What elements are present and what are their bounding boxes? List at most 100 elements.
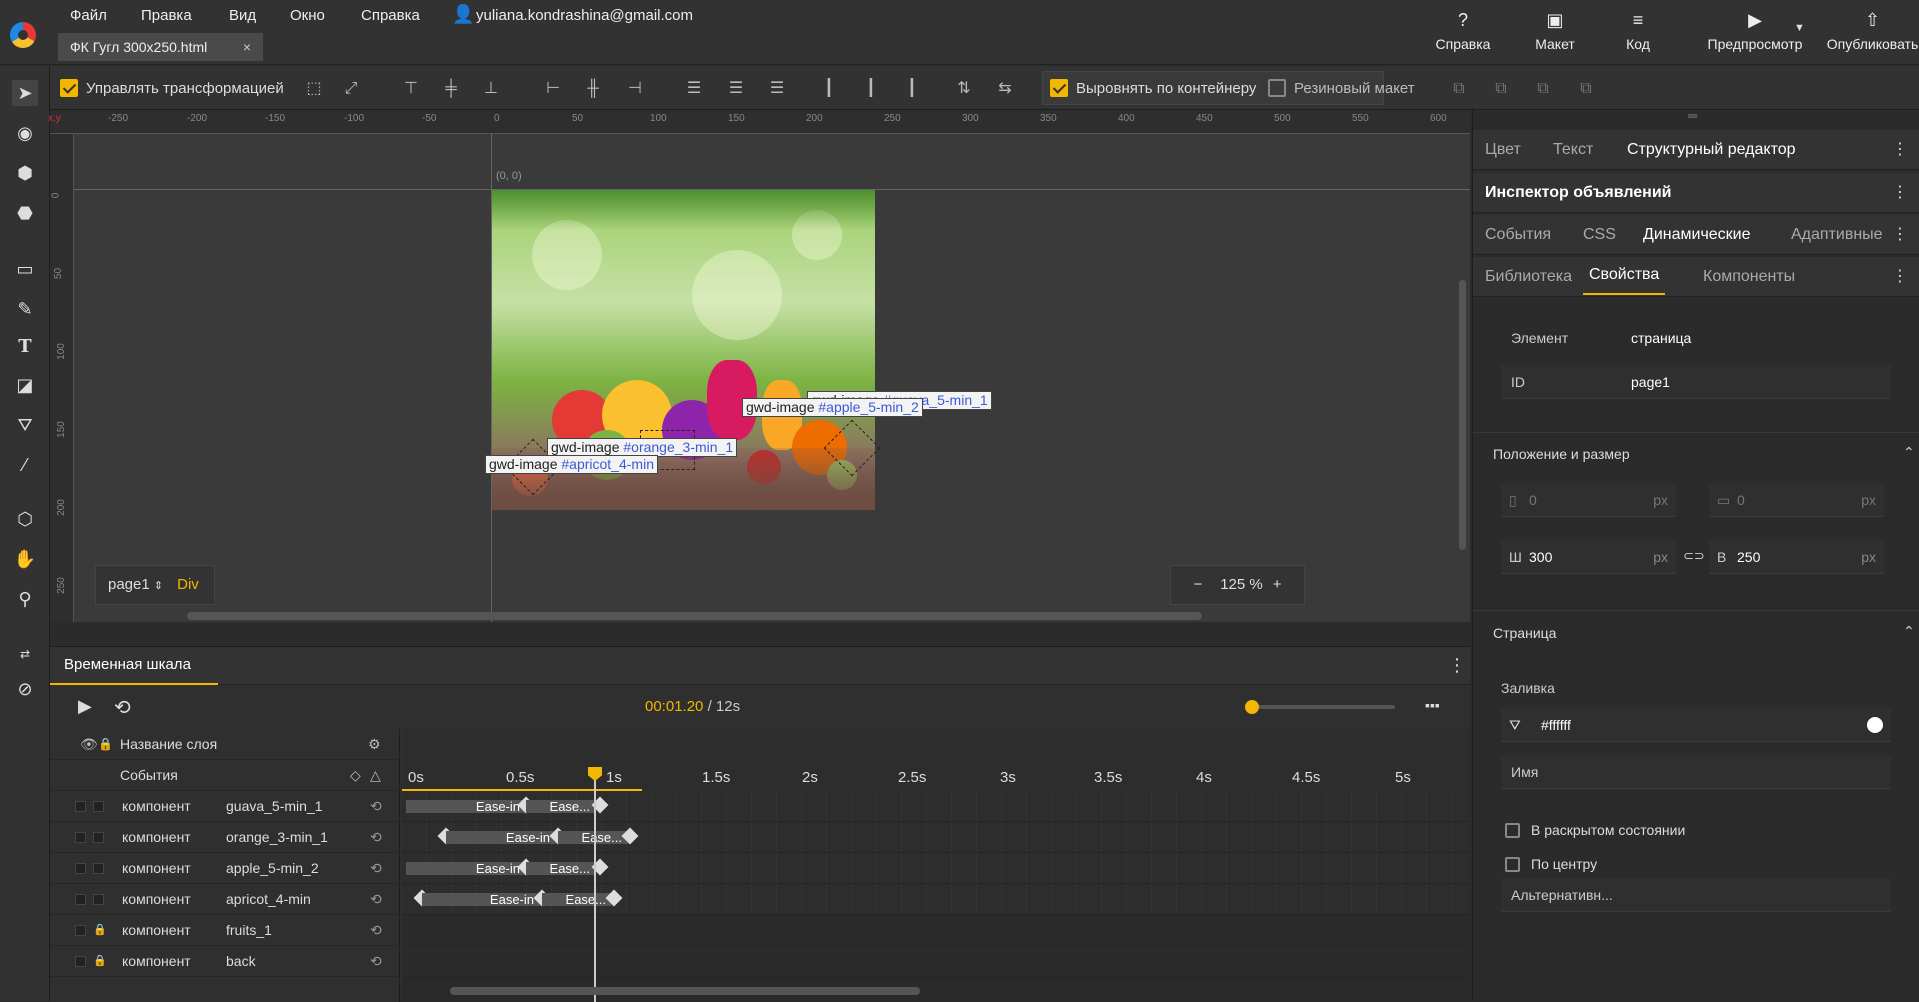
rotate-3d-tool-icon[interactable]: ◉: [12, 120, 38, 146]
menu-edit[interactable]: Правка: [141, 7, 192, 24]
close-tab-icon[interactable]: ×: [243, 33, 251, 61]
lock-icon[interactable]: 🔒: [98, 729, 113, 759]
link-dimensions-icon[interactable]: ⊂⊃: [1683, 548, 1705, 564]
align-hcenter-icon[interactable]: ╫: [582, 78, 604, 100]
timeline-scrollbar[interactable]: [450, 987, 920, 995]
track[interactable]: Ease-in Ease...: [402, 822, 1470, 853]
fill-value[interactable]: #ffffff: [1541, 708, 1571, 742]
select-tool-icon[interactable]: ➤: [12, 80, 38, 106]
loop-icon[interactable]: ⟲: [114, 695, 131, 720]
height-field[interactable]: В 250 px: [1709, 540, 1884, 574]
zoom-level[interactable]: 125 %: [1220, 576, 1263, 593]
code-button[interactable]: ≡ Код: [1600, 10, 1676, 52]
3d-view-tool-icon[interactable]: ⬡: [12, 506, 38, 532]
tab-responsive[interactable]: Адаптивные: [1791, 215, 1883, 255]
lock-toggle[interactable]: [93, 894, 104, 905]
chevron-up-icon[interactable]: ⌃: [1903, 444, 1915, 461]
zoom-tool-icon[interactable]: ⚲: [12, 586, 38, 612]
distribute-vcenter-icon[interactable]: ☰: [725, 78, 747, 100]
menu-window[interactable]: Окно: [290, 7, 325, 24]
layer-row[interactable]: компонент apple_5-min_2 ⟲: [50, 853, 400, 884]
space-horizontal-icon[interactable]: ⇆: [994, 78, 1016, 100]
visibility-toggle[interactable]: [75, 956, 86, 967]
zoom-out-button[interactable]: −: [1193, 576, 1202, 593]
rubber-layout-checkbox[interactable]: [1268, 79, 1286, 97]
more-icon[interactable]: ⋮: [1892, 173, 1908, 213]
centered-checkbox[interactable]: [1505, 856, 1520, 873]
space-vertical-icon[interactable]: ⇅: [953, 78, 975, 100]
play-icon[interactable]: ▶: [78, 696, 92, 717]
add-label-icon[interactable]: △: [370, 760, 381, 790]
menu-file[interactable]: Файл: [70, 7, 107, 24]
color-swatch-icon[interactable]: ⊘: [12, 676, 38, 702]
pen-tool-icon[interactable]: ✎: [12, 296, 38, 322]
tab-components[interactable]: Компоненты: [1703, 257, 1795, 297]
id-value[interactable]: page1: [1631, 365, 1670, 399]
name-field[interactable]: Имя: [1501, 755, 1891, 789]
element-label[interactable]: gwd-image #apricot_4-min: [485, 455, 658, 474]
track[interactable]: Ease-in Ease...: [402, 884, 1470, 915]
align-container-checkbox[interactable]: [1050, 79, 1068, 97]
tag-tool-icon[interactable]: ▭: [12, 256, 38, 282]
settings-gear-icon[interactable]: ⚙: [368, 729, 381, 759]
easing-segment[interactable]: Ease...: [542, 893, 612, 906]
link-icon[interactable]: ⟲: [370, 822, 382, 852]
zoom-in-button[interactable]: +: [1273, 576, 1282, 593]
visibility-toggle[interactable]: [75, 863, 86, 874]
tab-css[interactable]: CSS: [1583, 215, 1616, 255]
track[interactable]: Ease-in Ease...: [402, 791, 1470, 822]
link-icon[interactable]: ⟲: [370, 791, 382, 821]
translate-3d-tool-icon[interactable]: ⬢: [12, 160, 38, 186]
y-field[interactable]: ▭ 0 px: [1709, 483, 1884, 517]
group-icon[interactable]: ⧉: [1448, 78, 1470, 100]
user-email[interactable]: yuliana.kondrashina@gmail.com: [476, 7, 693, 24]
unwrap-icon[interactable]: ⧉: [1575, 78, 1597, 100]
visibility-toggle[interactable]: [75, 894, 86, 905]
timeline-tracks[interactable]: 0s 0.5s 1s 1.5s 2s 2.5s 3s 3.5s 4s 4.5s …: [402, 729, 1470, 1002]
height-value[interactable]: 250: [1737, 540, 1760, 574]
visibility-icon[interactable]: 👁: [80, 729, 98, 759]
align-top-icon[interactable]: ⊤: [400, 78, 422, 100]
ungroup-icon[interactable]: ⧉: [1490, 78, 1512, 100]
expanded-checkbox[interactable]: [1505, 822, 1520, 839]
menu-view[interactable]: Вид: [229, 7, 256, 24]
more-icon[interactable]: ⋮: [1892, 130, 1908, 170]
preview-dropdown-icon[interactable]: ▼: [1794, 22, 1805, 34]
layer-row[interactable]: компонент apricot_4-min ⟲: [50, 884, 400, 915]
lock-toggle[interactable]: [93, 832, 104, 843]
page-selector[interactable]: page1 ⇕ Div: [95, 565, 215, 605]
id-field[interactable]: ID page1: [1501, 365, 1891, 399]
track[interactable]: Ease-in Ease...: [402, 853, 1470, 884]
add-keyframe-icon[interactable]: ◇: [350, 760, 361, 790]
fill-field[interactable]: ⛛ #ffffff: [1501, 708, 1891, 742]
more-icon[interactable]: ⋮: [1892, 257, 1908, 297]
tab-structure-editor[interactable]: Структурный редактор: [1627, 130, 1796, 170]
easing-segment[interactable]: Ease-in: [406, 862, 526, 875]
element-label[interactable]: gwd-image #apple_5-min_2: [742, 398, 923, 417]
alt-field[interactable]: Альтернативн...: [1501, 878, 1891, 912]
chevron-up-icon[interactable]: ⌃: [1903, 623, 1915, 640]
visibility-toggle[interactable]: [75, 925, 86, 936]
eyedropper-tool-icon[interactable]: ⁄: [12, 452, 38, 478]
easing-segment[interactable]: Ease-in: [406, 800, 526, 813]
ad-inspector-title[interactable]: Инспектор объявлений: [1485, 173, 1672, 213]
easing-segment[interactable]: Ease...: [558, 831, 628, 844]
layer-row[interactable]: 🔒 компонент fruits_1 ⟲: [50, 915, 400, 946]
align-right-icon[interactable]: ⊣: [624, 78, 646, 100]
current-time[interactable]: 00:01.20: [645, 698, 703, 715]
page-section[interactable]: Страница ⌃: [1493, 623, 1915, 641]
align-left-icon[interactable]: ⊢: [542, 78, 564, 100]
swap-colors-icon[interactable]: ⇄: [12, 641, 38, 667]
more-icon[interactable]: ⋮: [1892, 215, 1908, 255]
distribute-top-icon[interactable]: ☰: [683, 78, 705, 100]
easing-segment[interactable]: Ease-in: [422, 893, 540, 906]
link-icon[interactable]: ⟲: [370, 853, 382, 883]
y-value[interactable]: 0: [1737, 483, 1745, 517]
visibility-toggle[interactable]: [75, 832, 86, 843]
align-vcenter-icon[interactable]: ╪: [440, 78, 462, 100]
lock-toggle[interactable]: [93, 863, 104, 874]
manage-transform-checkbox[interactable]: [60, 79, 78, 97]
tab-dynamic[interactable]: Динамические: [1643, 215, 1751, 255]
fill-swatch[interactable]: [1867, 717, 1883, 733]
easing-segment[interactable]: Ease-in: [446, 831, 556, 844]
